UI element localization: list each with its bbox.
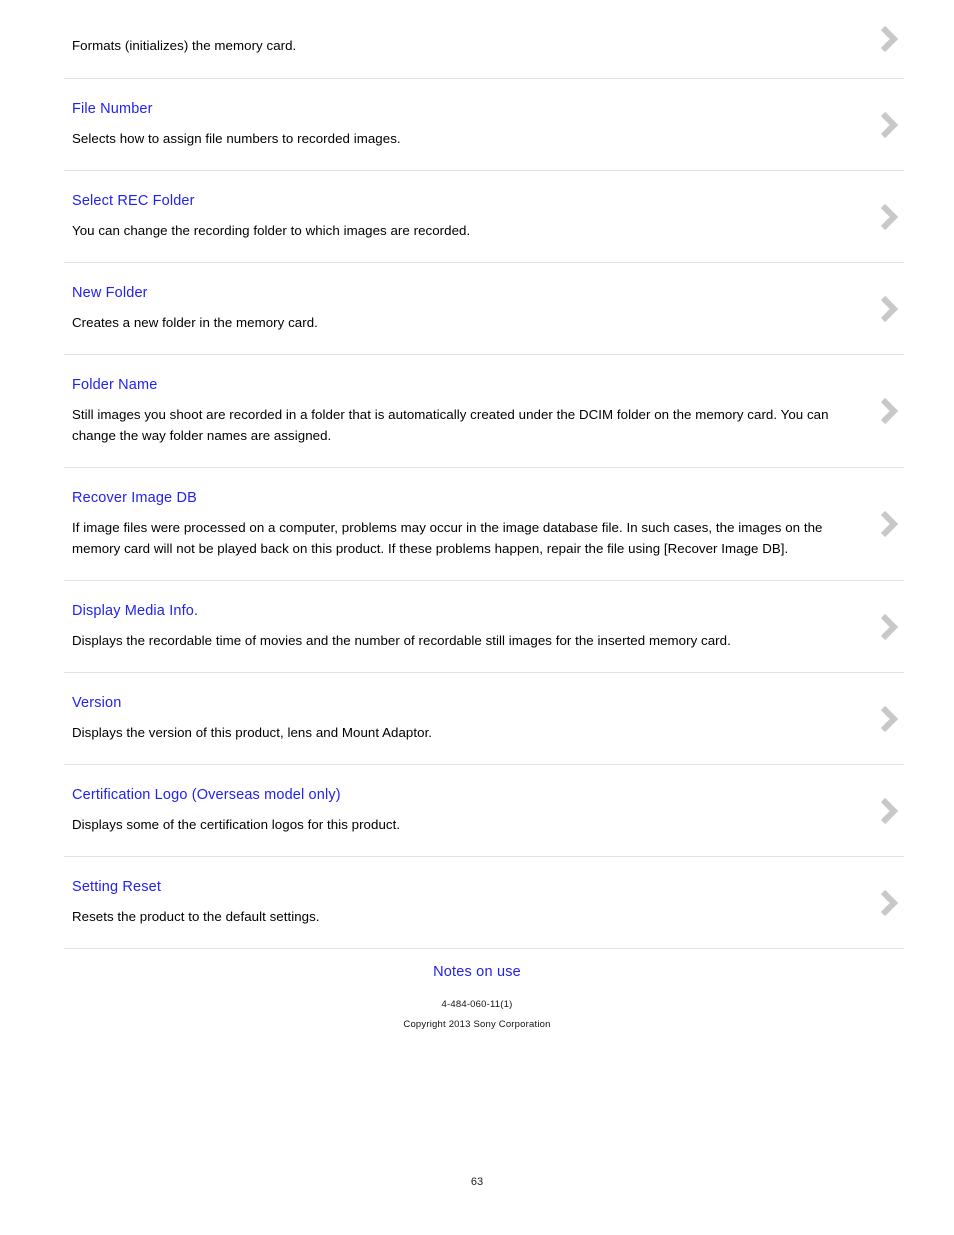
entry-description: Still images you shoot are recorded in a… — [72, 407, 829, 443]
chevron-right-icon — [872, 699, 906, 739]
entry-row-new-folder[interactable]: New Folder Creates a new folder in the m… — [64, 263, 904, 355]
chevron-right-icon — [872, 791, 906, 831]
entry-row-version[interactable]: Version Displays the version of this pro… — [64, 673, 904, 765]
document-code: 4-484-060-11(1) — [441, 999, 513, 1010]
entry-title-link[interactable]: Certification Logo (Overseas model only) — [72, 765, 858, 805]
entry-title-link[interactable]: Folder Name — [72, 355, 858, 395]
entry-row-setting-reset[interactable]: Setting Reset Resets the product to the … — [64, 857, 904, 949]
entry-description: You can change the recording folder to w… — [72, 223, 471, 238]
entry-description: Displays the recordable time of movies a… — [72, 633, 731, 648]
chevron-right-icon — [872, 391, 906, 431]
entry-row-display-media-info[interactable]: Display Media Info. Displays the recorda… — [64, 581, 904, 673]
chevron-right-icon — [872, 607, 906, 647]
entry-description: Displays the version of this product, le… — [72, 725, 433, 740]
chevron-right-icon — [872, 289, 906, 329]
entry-description: Selects how to assign file numbers to re… — [72, 131, 401, 146]
copyright-notice: Copyright 2013 Sony Corporation — [403, 1019, 551, 1030]
chevron-right-icon — [872, 19, 906, 59]
entry-row-file-number[interactable]: File Number Selects how to assign file n… — [64, 79, 904, 171]
entry-title-link[interactable]: Select REC Folder — [72, 171, 858, 211]
entry-description: Displays some of the certification logos… — [72, 817, 401, 832]
entry-row-certification-logo[interactable]: Certification Logo (Overseas model only)… — [64, 765, 904, 857]
chevron-right-icon — [872, 883, 906, 923]
entry-list: Formats (initializes) the memory card. F… — [64, 0, 904, 949]
entry-description: Resets the product to the default settin… — [72, 909, 320, 924]
help-guide-page: Formats (initializes) the memory card. F… — [0, 0, 954, 1235]
chevron-right-icon — [872, 197, 906, 237]
entry-title-link[interactable]: Version — [72, 673, 858, 713]
entry-description: If image files were processed on a compu… — [72, 520, 823, 556]
chevron-right-icon — [872, 105, 906, 145]
entry-row-folder-name[interactable]: Folder Name Still images you shoot are r… — [64, 355, 904, 468]
entry-row-select-rec-folder[interactable]: Select REC Folder You can change the rec… — [64, 171, 904, 263]
entry-title-link[interactable]: File Number — [72, 79, 858, 119]
page-footer: Notes on use 4-484-060-11(1) Copyright 2… — [0, 962, 954, 1031]
page-number: 63 — [470, 1176, 484, 1188]
entry-title-link[interactable]: New Folder — [72, 263, 858, 303]
entry-title-link[interactable]: Recover Image DB — [72, 468, 858, 508]
entry-description: Formats (initializes) the memory card. — [72, 38, 297, 53]
entry-row-format[interactable]: Formats (initializes) the memory card. — [64, 0, 904, 79]
entry-row-recover-image-db[interactable]: Recover Image DB If image files were pro… — [64, 468, 904, 581]
notes-on-use-link[interactable]: Notes on use — [433, 962, 521, 982]
chevron-right-icon — [872, 504, 906, 544]
entry-title-link[interactable]: Setting Reset — [72, 857, 858, 897]
entry-description: Creates a new folder in the memory card. — [72, 315, 318, 330]
entry-title-link[interactable]: Display Media Info. — [72, 581, 858, 621]
